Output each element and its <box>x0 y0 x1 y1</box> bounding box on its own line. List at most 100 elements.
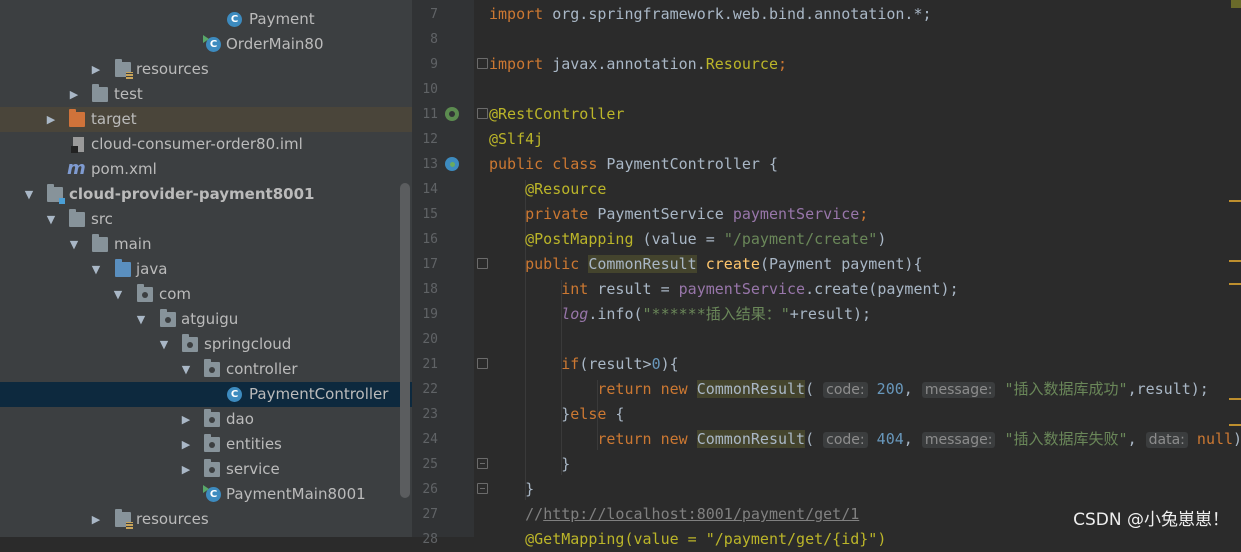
tree-item-springcloud[interactable]: ▼ springcloud <box>0 332 412 357</box>
gutter-line: 23 <box>412 402 474 427</box>
line-number: 16 <box>422 232 438 247</box>
tree-item-label: resources <box>136 60 209 78</box>
code-line-15: private PaymentService paymentService; <box>525 205 869 223</box>
gutter-line: 17 <box>412 252 474 277</box>
warning-stripe-marker[interactable] <box>1229 260 1241 262</box>
tree-item-label: controller <box>226 360 298 378</box>
code-line-11: @RestController <box>489 105 625 123</box>
gutter-line: 19 <box>412 302 474 327</box>
fold-marker-icon[interactable] <box>477 58 488 69</box>
line-number: 12 <box>422 132 438 147</box>
tree-item-label: com <box>159 285 192 303</box>
code-editor[interactable]: 7 8 9 10 11 12 13 14 15 16 17 18 19 20 2… <box>412 0 1241 548</box>
line-number: 18 <box>422 282 438 297</box>
tree-item-paymentmain8001[interactable]: C PaymentMain8001 <box>0 482 412 507</box>
class-icon: C <box>227 12 242 27</box>
gutter-line: 20 <box>412 327 474 352</box>
tree-item-ordermain80[interactable]: C OrderMain80 <box>0 32 412 57</box>
tree-item-label: src <box>91 210 113 228</box>
tree-item-service[interactable]: ▶ service <box>0 457 412 482</box>
warning-stripe-marker[interactable] <box>1229 283 1241 285</box>
tree-item-resources-order[interactable]: ▶ resources <box>0 57 412 82</box>
spring-bean-class-icon[interactable] <box>445 157 459 171</box>
tree-item-iml[interactable]: cloud-consumer-order80.iml <box>0 132 412 157</box>
package-icon <box>204 459 220 477</box>
tree-item-pom[interactable]: m pom.xml <box>0 157 412 182</box>
line-number: 25 <box>422 457 438 472</box>
tree-item-src[interactable]: ▼ src <box>0 207 412 232</box>
param-hint-message: message: <box>921 432 996 448</box>
package-icon <box>204 409 220 427</box>
line-number: 28 <box>422 532 438 547</box>
expand-arrow-icon[interactable]: ▶ <box>89 507 103 532</box>
comment-link[interactable]: http://localhost:8001/payment/get/1 <box>543 505 859 523</box>
fold-marker-icon[interactable] <box>477 358 488 369</box>
collapse-arrow-icon[interactable]: ▼ <box>111 282 125 307</box>
expand-arrow-icon[interactable]: ▶ <box>179 432 193 457</box>
fold-marker-icon[interactable] <box>477 258 488 269</box>
code-line-16: @PostMapping (value = "/payment/create") <box>525 230 887 248</box>
tree-item-label: test <box>114 85 143 103</box>
spring-bean-icon[interactable] <box>445 107 459 121</box>
collapse-arrow-icon[interactable]: ▼ <box>44 207 58 232</box>
line-number: 22 <box>422 382 438 397</box>
fold-marker-icon[interactable] <box>477 108 488 119</box>
line-number: 17 <box>422 257 438 272</box>
source-folder-icon <box>115 259 131 277</box>
code-line-14: @Resource <box>525 180 607 198</box>
tree-item-target[interactable]: ▶ target <box>0 107 412 132</box>
tree-item-paymentcontroller[interactable]: C PaymentController <box>0 382 412 407</box>
line-number: 7 <box>430 7 438 22</box>
inspection-status-indicator[interactable] <box>1231 0 1241 8</box>
fold-end-marker-icon[interactable] <box>477 458 488 469</box>
resources-folder-icon <box>115 59 133 79</box>
collapse-arrow-icon[interactable]: ▼ <box>179 357 193 382</box>
param-hint-data: data: <box>1145 432 1188 448</box>
gutter-line: 11 <box>412 102 474 127</box>
collapse-arrow-icon[interactable]: ▼ <box>157 332 171 357</box>
expand-arrow-icon[interactable]: ▶ <box>89 57 103 82</box>
tree-item-dao[interactable]: ▶ dao <box>0 407 412 432</box>
tree-item-label: main <box>114 235 152 253</box>
tree-item-com[interactable]: ▼ com <box>0 282 412 307</box>
tree-item-controller[interactable]: ▼ controller <box>0 357 412 382</box>
code-line-26: } <box>525 480 535 498</box>
fold-end-marker-icon[interactable] <box>477 483 488 494</box>
collapse-arrow-icon[interactable]: ▼ <box>22 182 36 207</box>
tree-item-payment[interactable]: C Payment <box>0 7 412 32</box>
package-icon <box>204 359 220 377</box>
gutter-line: 13 <box>412 152 474 177</box>
warning-stripe-marker[interactable] <box>1229 398 1241 400</box>
tree-item-label: service <box>226 460 280 478</box>
tree-item-resources-payment[interactable]: ▶ resources <box>0 507 412 532</box>
warning-stripe-marker[interactable] <box>1229 200 1241 202</box>
tree-item-atguigu[interactable]: ▼ atguigu <box>0 307 412 332</box>
tree-item-entities[interactable]: ▶ entities <box>0 432 412 457</box>
collapse-arrow-icon[interactable]: ▼ <box>67 232 81 257</box>
code-line-12: @Slf4j <box>489 130 544 148</box>
tree-item-test[interactable]: ▶ test <box>0 82 412 107</box>
resources-folder-icon <box>115 509 133 529</box>
collapse-arrow-icon[interactable]: ▼ <box>89 257 103 282</box>
expand-arrow-icon[interactable]: ▶ <box>67 82 81 107</box>
gutter-line: 9 <box>412 52 474 77</box>
line-number: 14 <box>422 182 438 197</box>
gutter-line: 16 <box>412 227 474 252</box>
collapse-arrow-icon[interactable]: ▼ <box>134 307 148 332</box>
tree-item-payment-module[interactable]: ▼ cloud-provider-payment8001 <box>0 182 412 207</box>
code-line-22: return new CommonResult( code: 200, mess… <box>597 380 1209 398</box>
tree-item-label: PaymentMain8001 <box>226 485 366 503</box>
expand-arrow-icon[interactable]: ▶ <box>44 107 58 132</box>
warning-stripe-marker[interactable] <box>1229 424 1241 426</box>
gutter-line: 15 <box>412 202 474 227</box>
expand-arrow-icon[interactable]: ▶ <box>179 457 193 482</box>
tree-item-label: cloud-consumer-order80.iml <box>91 135 303 153</box>
line-number: 26 <box>422 482 438 497</box>
tree-item-main[interactable]: ▼ main <box>0 232 412 257</box>
tree-scrollbar[interactable] <box>400 183 410 498</box>
tree-item-java[interactable]: ▼ java <box>0 257 412 282</box>
expand-arrow-icon[interactable]: ▶ <box>179 407 193 432</box>
folder-icon <box>92 84 108 102</box>
gutter-line: 18 <box>412 277 474 302</box>
code-line-23: }else { <box>561 405 625 423</box>
